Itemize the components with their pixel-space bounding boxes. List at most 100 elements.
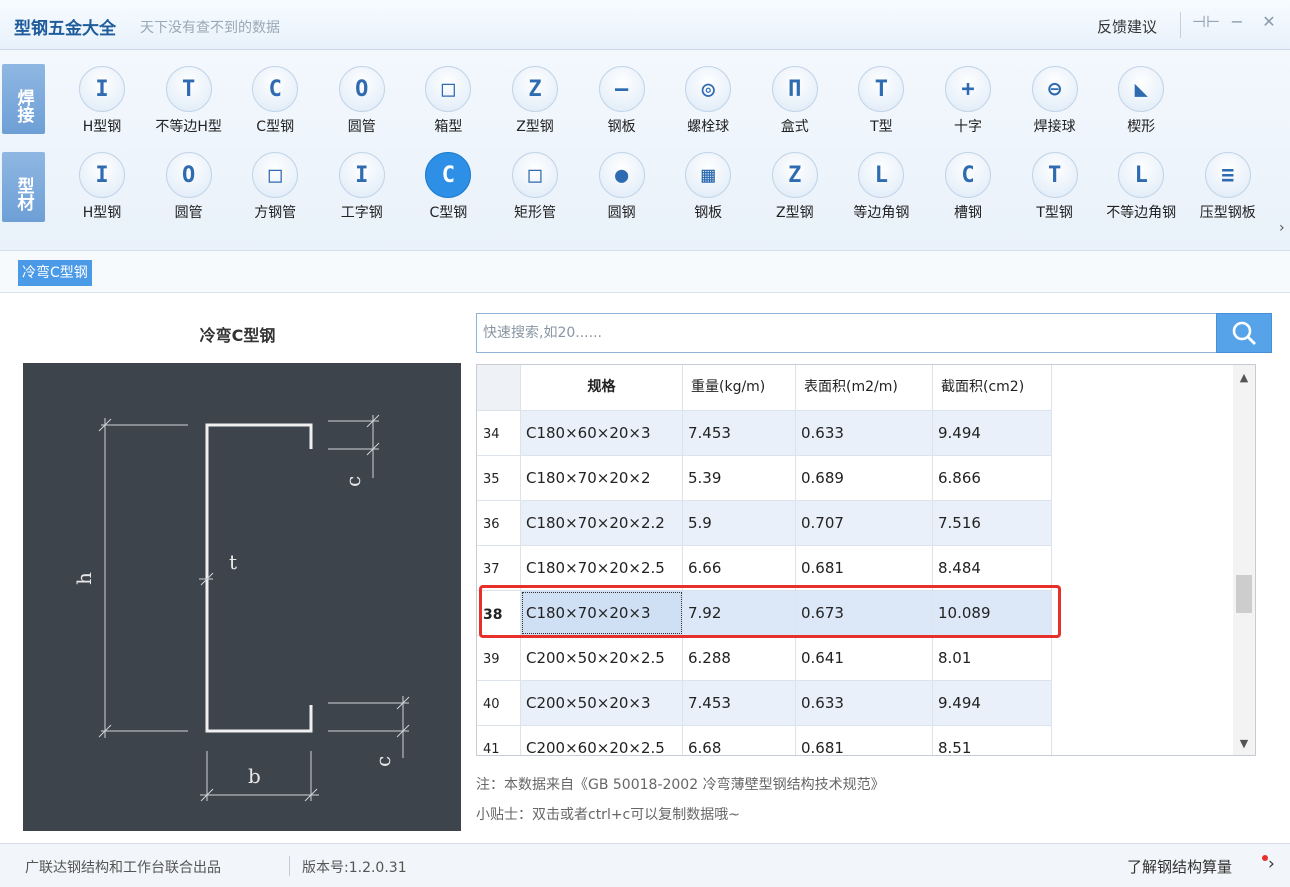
toolbar-item-weld-6[interactable]: — 钢板 bbox=[579, 66, 665, 144]
scroll-right-icon[interactable]: › bbox=[1279, 220, 1285, 236]
toolbar-item-weld-3[interactable]: O 圆管 bbox=[319, 66, 405, 144]
cell-surface[interactable]: 0.689 bbox=[796, 456, 933, 500]
toolbar-item-label: 楔形 bbox=[1127, 119, 1156, 135]
toolbar-item-profile-6[interactable]: ● 圆钢 bbox=[579, 152, 665, 230]
table-row[interactable]: 37 C180×70×20×2.5 6.66 0.681 8.484 bbox=[477, 545, 1052, 590]
cell-spec[interactable]: C180×60×20×3 bbox=[521, 411, 683, 455]
cell-area[interactable]: 8.484 bbox=[933, 546, 1052, 590]
header-spec[interactable]: 规格 bbox=[521, 365, 683, 410]
cell-area[interactable]: 8.01 bbox=[933, 636, 1052, 680]
tab-cold-formed-c[interactable]: 冷弯C型钢 bbox=[18, 260, 92, 286]
minimize-icon[interactable]: − bbox=[1226, 12, 1248, 31]
header-surface[interactable]: 表面积(m2/m) bbox=[796, 365, 933, 410]
pin-icon[interactable]: ⊣⊢ bbox=[1192, 12, 1220, 31]
toolbar-item-profile-3[interactable]: I 工字钢 bbox=[319, 152, 405, 230]
label-b: b bbox=[248, 764, 261, 788]
cell-area[interactable]: 6.866 bbox=[933, 456, 1052, 500]
learn-more-link[interactable]: 了解钢结构算量 bbox=[1127, 856, 1232, 877]
scroll-thumb[interactable] bbox=[1236, 575, 1252, 613]
toolbar-item-weld-11[interactable]: ⊖ 焊接球 bbox=[1012, 66, 1098, 144]
chevron-right-icon[interactable]: › bbox=[1268, 854, 1275, 874]
toolbar-item-profile-12[interactable]: L 不等边角钢 bbox=[1098, 152, 1184, 230]
table-row[interactable]: 35 C180×70×20×2 5.39 0.689 6.866 bbox=[477, 455, 1052, 500]
row-index[interactable]: 34 bbox=[477, 411, 521, 455]
toolbar-item-profile-10[interactable]: C 槽钢 bbox=[925, 152, 1011, 230]
row-index[interactable]: 36 bbox=[477, 501, 521, 545]
scroll-down-icon[interactable]: ▼ bbox=[1233, 737, 1255, 750]
cell-weight[interactable]: 6.288 bbox=[683, 636, 796, 680]
toolbar-item-weld-0[interactable]: I H型钢 bbox=[59, 66, 145, 144]
table-row[interactable]: 41 C200×60×20×2.5 6.68 0.681 8.51 bbox=[477, 725, 1052, 755]
table-row[interactable]: 39 C200×50×20×2.5 6.288 0.641 8.01 bbox=[477, 635, 1052, 680]
table-row[interactable]: 36 C180×70×20×2.2 5.9 0.707 7.516 bbox=[477, 500, 1052, 545]
label-c-bottom: c bbox=[371, 756, 395, 767]
vertical-scrollbar[interactable]: ▲ ▼ bbox=[1233, 365, 1255, 755]
toolbar-item-profile-0[interactable]: I H型钢 bbox=[59, 152, 145, 230]
cell-area[interactable]: 8.51 bbox=[933, 726, 1052, 755]
feedback-link[interactable]: 反馈建议 bbox=[1097, 16, 1157, 37]
toolbar-item-weld-5[interactable]: Z Z型钢 bbox=[492, 66, 578, 144]
cell-weight[interactable]: 5.39 bbox=[683, 456, 796, 500]
toolbar-item-weld-10[interactable]: + 十字 bbox=[925, 66, 1011, 144]
toolbar-item-weld-8[interactable]: Π 盒式 bbox=[752, 66, 838, 144]
header-area[interactable]: 截面积(cm2) bbox=[933, 365, 1052, 410]
cell-surface[interactable]: 0.633 bbox=[796, 681, 933, 725]
toolbar-item-weld-4[interactable]: □ 箱型 bbox=[405, 66, 491, 144]
toolbar-item-profile-9[interactable]: L 等边角钢 bbox=[838, 152, 924, 230]
cell-weight[interactable]: 6.68 bbox=[683, 726, 796, 755]
cell-area[interactable]: 9.494 bbox=[933, 411, 1052, 455]
toolbar-item-weld-12[interactable]: ◣ 楔形 bbox=[1098, 66, 1184, 144]
toolbar-item-label: 等边角钢 bbox=[853, 205, 910, 221]
cell-weight[interactable]: 7.453 bbox=[683, 681, 796, 725]
cell-spec[interactable]: C200×60×20×2.5 bbox=[521, 726, 683, 755]
search-input[interactable] bbox=[476, 313, 1217, 353]
cell-weight[interactable]: 6.66 bbox=[683, 546, 796, 590]
toolbar-item-profile-8[interactable]: Z Z型钢 bbox=[752, 152, 838, 230]
round-pipe-icon: O bbox=[165, 152, 212, 198]
toolbar-item-profile-13[interactable]: ≡ 压型钢板 bbox=[1185, 152, 1271, 230]
toolbar-item-profile-4[interactable]: C C型钢 bbox=[405, 152, 491, 230]
section-diagram: h t b c c bbox=[23, 363, 461, 831]
row-index[interactable]: 37 bbox=[477, 546, 521, 590]
label-c-top: c bbox=[341, 476, 365, 487]
toolbar-item-profile-5[interactable]: □ 矩形管 bbox=[492, 152, 578, 230]
toolbar-item-label: 圆管 bbox=[347, 119, 376, 135]
category-weld[interactable]: 焊接 bbox=[2, 64, 45, 134]
cell-spec[interactable]: C200×50×20×2.5 bbox=[521, 636, 683, 680]
toolbar-item-profile-7[interactable]: ▦ 钢板 bbox=[665, 152, 751, 230]
toolbar-item-profile-11[interactable]: T T型钢 bbox=[1012, 152, 1098, 230]
cell-area[interactable]: 7.516 bbox=[933, 501, 1052, 545]
cell-spec[interactable]: C180×70×20×2.5 bbox=[521, 546, 683, 590]
toolbar-item-weld-7[interactable]: ◎ 螺栓球 bbox=[665, 66, 751, 144]
toolbar-item-profile-1[interactable]: O 圆管 bbox=[146, 152, 232, 230]
box-type-icon: Π bbox=[771, 66, 818, 112]
row-index[interactable]: 39 bbox=[477, 636, 521, 680]
toolbar-item-label: T型钢 bbox=[1036, 205, 1073, 221]
cell-surface[interactable]: 0.641 bbox=[796, 636, 933, 680]
row-index[interactable]: 35 bbox=[477, 456, 521, 500]
table-row[interactable]: 34 C180×60×20×3 7.453 0.633 9.494 bbox=[477, 410, 1052, 455]
label-h: h bbox=[72, 572, 96, 585]
close-icon[interactable]: ✕ bbox=[1258, 12, 1280, 31]
cell-surface[interactable]: 0.707 bbox=[796, 501, 933, 545]
cell-spec[interactable]: C180×70×20×2.2 bbox=[521, 501, 683, 545]
header-weight[interactable]: 重量(kg/m) bbox=[683, 365, 796, 410]
cell-weight[interactable]: 5.9 bbox=[683, 501, 796, 545]
scroll-up-icon[interactable]: ▲ bbox=[1233, 371, 1255, 384]
toolbar-item-weld-9[interactable]: T T型 bbox=[838, 66, 924, 144]
row-index[interactable]: 41 bbox=[477, 726, 521, 755]
toolbar-item-weld-2[interactable]: C C型钢 bbox=[232, 66, 318, 144]
cell-area[interactable]: 9.494 bbox=[933, 681, 1052, 725]
cell-surface[interactable]: 0.681 bbox=[796, 726, 933, 755]
toolbar-item-weld-1[interactable]: T 不等边H型 bbox=[146, 66, 232, 144]
category-profile[interactable]: 型材 bbox=[2, 152, 45, 222]
row-index[interactable]: 40 bbox=[477, 681, 521, 725]
cell-surface[interactable]: 0.633 bbox=[796, 411, 933, 455]
cell-surface[interactable]: 0.681 bbox=[796, 546, 933, 590]
cell-spec[interactable]: C180×70×20×2 bbox=[521, 456, 683, 500]
search-button[interactable] bbox=[1216, 313, 1272, 353]
toolbar-item-profile-2[interactable]: □ 方钢管 bbox=[232, 152, 318, 230]
cell-spec[interactable]: C200×50×20×3 bbox=[521, 681, 683, 725]
table-row[interactable]: 40 C200×50×20×3 7.453 0.633 9.494 bbox=[477, 680, 1052, 725]
cell-weight[interactable]: 7.453 bbox=[683, 411, 796, 455]
